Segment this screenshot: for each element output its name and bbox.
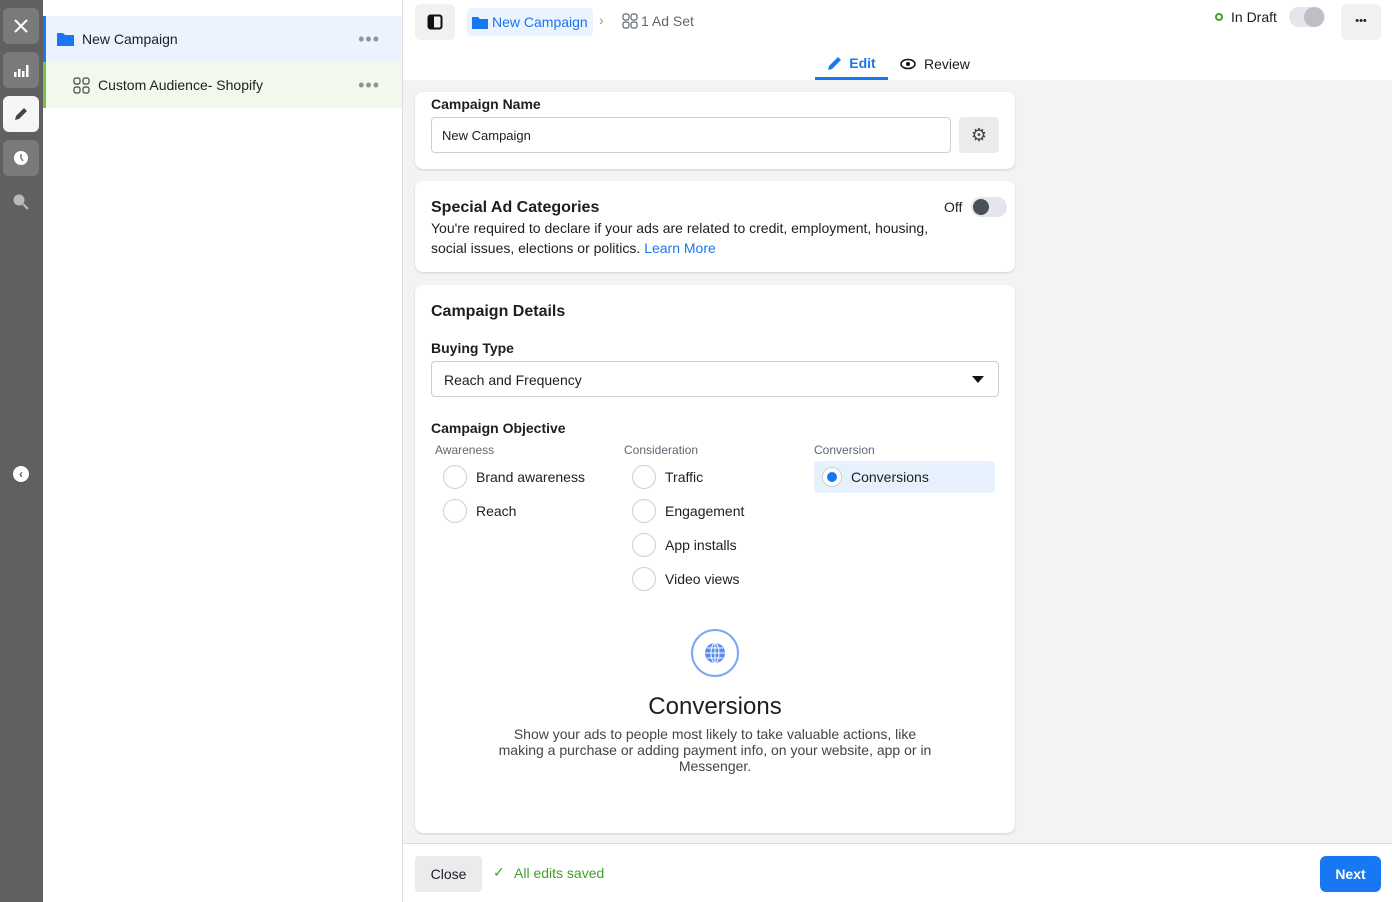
left-rail: ‹ [0, 0, 43, 902]
search-insights-icon[interactable] [3, 184, 39, 220]
globe-icon [691, 629, 739, 677]
objective-app-installs[interactable]: App installs [632, 533, 737, 557]
more-icon[interactable]: ••• [358, 75, 380, 96]
footer: Close ✓ All edits saved Next [403, 843, 1392, 902]
objective-video-views[interactable]: Video views [632, 567, 739, 591]
settings-gear-button[interactable]: ⚙ [959, 117, 999, 153]
folder-icon [472, 16, 488, 29]
close-button[interactable]: Close [415, 856, 482, 892]
buying-type-value: Reach and Frequency [444, 372, 582, 388]
buying-type-label: Buying Type [431, 340, 514, 356]
chart-icon[interactable] [3, 52, 39, 88]
objective-conversions[interactable]: Conversions [814, 461, 995, 493]
breadcrumb-campaign[interactable]: New Campaign [467, 8, 593, 36]
toggle-panel-button[interactable] [415, 4, 455, 40]
objective-traffic[interactable]: Traffic [632, 465, 703, 489]
chevron-right-icon: › [599, 12, 604, 28]
buying-type-select[interactable]: Reach and Frequency [431, 361, 999, 397]
learn-more-link[interactable]: Learn More [644, 240, 716, 256]
objective-engagement[interactable]: Engagement [632, 499, 744, 523]
tab-review[interactable]: Review [900, 48, 970, 80]
consideration-heading: Consideration [624, 443, 699, 457]
breadcrumb-adset-label: 1 Ad Set [641, 13, 694, 29]
objective-brand-awareness[interactable]: Brand awareness [443, 465, 585, 489]
objective-label: Campaign Objective [431, 420, 566, 436]
campaign-name-label: Campaign Name [431, 96, 541, 112]
next-button[interactable]: Next [1320, 856, 1381, 892]
pencil-icon [828, 56, 842, 70]
header: New Campaign › 1 Ad Set In Draft ••• Edi… [403, 0, 1392, 80]
adset-label: Custom Audience- Shopify [98, 77, 263, 93]
adset-grid-icon [622, 13, 638, 29]
tab-review-label: Review [924, 56, 970, 72]
campaign-label: New Campaign [82, 31, 178, 47]
draft-toggle[interactable] [1289, 7, 1325, 27]
campaign-name-card: Campaign Name New Campaign ⚙ [415, 92, 1015, 169]
status-dot-icon [1215, 13, 1223, 21]
more-options-button[interactable]: ••• [1341, 4, 1381, 40]
breadcrumb-adset[interactable]: 1 Ad Set [622, 13, 694, 29]
collapse-chevron-icon[interactable]: ‹ [13, 466, 29, 482]
objective-info-desc: Show your ads to people most likely to t… [498, 726, 932, 774]
folder-icon [57, 33, 74, 46]
special-categories-toggle[interactable] [971, 197, 1007, 217]
tab-edit[interactable]: Edit [815, 48, 888, 80]
panel-icon [427, 14, 443, 30]
special-ad-categories-card: Special Ad Categories You're required to… [415, 181, 1015, 272]
campaign-name-input[interactable]: New Campaign [431, 117, 951, 153]
close-icon[interactable] [3, 8, 39, 44]
gear-icon: ⚙ [970, 124, 988, 145]
special-title: Special Ad Categories [431, 199, 600, 216]
awareness-heading: Awareness [435, 443, 495, 457]
tree-item-campaign[interactable]: New Campaign ••• [43, 16, 402, 62]
objective-info-title: Conversions [648, 693, 782, 720]
pencil-icon[interactable] [3, 96, 39, 132]
conversion-heading: Conversion [814, 443, 875, 457]
saved-status: All edits saved [514, 865, 605, 881]
campaign-details-card: Campaign Details Buying Type Reach and F… [415, 285, 1015, 833]
tree-item-adset[interactable]: Custom Audience- Shopify ••• [43, 62, 402, 108]
more-icon[interactable]: ••• [358, 29, 380, 50]
status-badge: In Draft [1231, 9, 1277, 25]
objective-reach[interactable]: Reach [443, 499, 516, 523]
campaign-tree: New Campaign ••• Custom Audience- Shopif… [43, 0, 403, 902]
eye-icon [900, 58, 916, 70]
breadcrumb-campaign-label: New Campaign [492, 14, 588, 30]
clock-icon[interactable] [3, 140, 39, 176]
check-icon: ✓ [493, 864, 505, 880]
caret-down-icon [972, 376, 984, 389]
adset-grid-icon [73, 76, 90, 94]
tab-edit-label: Edit [849, 54, 876, 71]
toggle-label: Off [944, 199, 963, 215]
details-title: Campaign Details [431, 303, 566, 320]
